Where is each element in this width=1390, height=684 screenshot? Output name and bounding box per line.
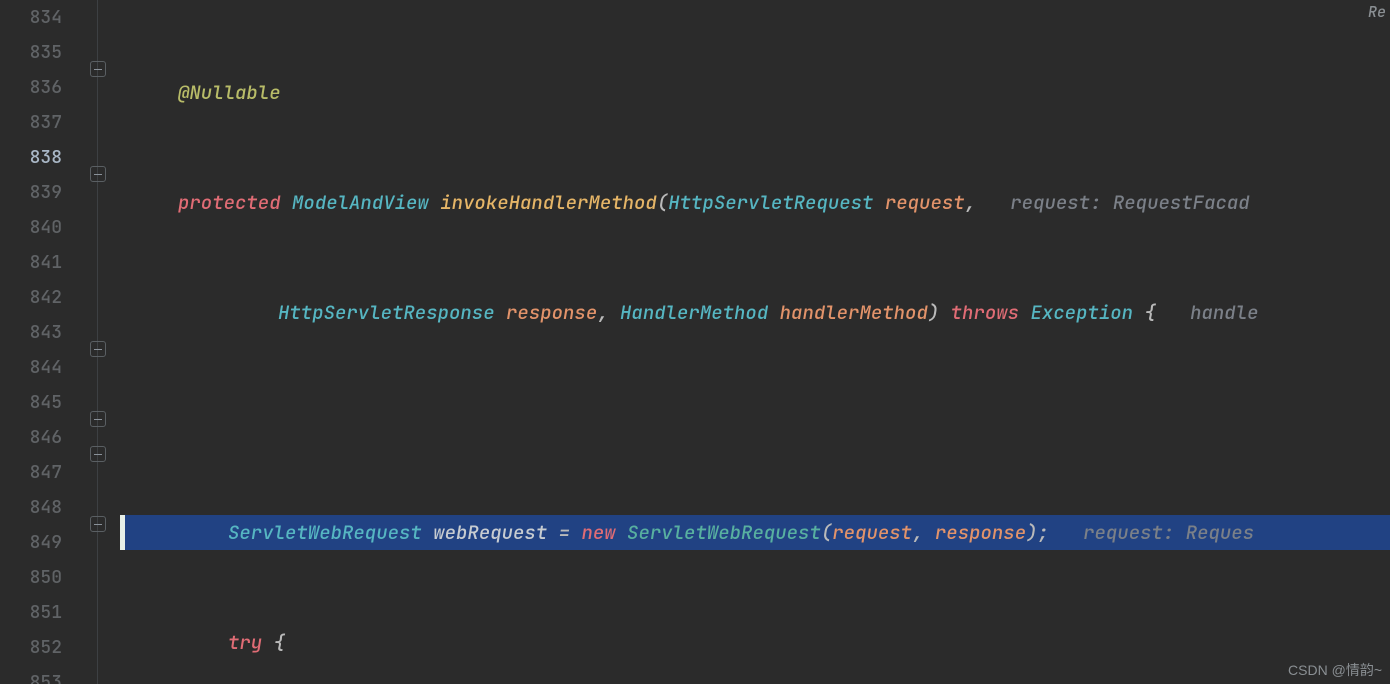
code-editor[interactable]: 8348358368378388398408418428438448458468… [0, 0, 1390, 684]
line-number[interactable]: 848 [0, 490, 62, 525]
inlay-hint: Re [1368, 2, 1386, 22]
line-number[interactable]: 836 [0, 70, 62, 105]
line-number[interactable]: 853 [0, 665, 62, 684]
code-area[interactable]: @Nullable protected ModelAndView invokeH… [120, 0, 1390, 684]
line-number[interactable]: 846 [0, 420, 62, 455]
fold-toggle-icon[interactable] [90, 341, 106, 357]
line-number[interactable]: 849 [0, 525, 62, 560]
fold-toggle-icon[interactable] [90, 61, 106, 77]
code-line[interactable]: try { [120, 625, 1390, 660]
line-number[interactable]: 841 [0, 245, 62, 280]
code-line-current[interactable]: ServletWebRequest webRequest = new Servl… [120, 515, 1390, 550]
line-number[interactable]: 845 [0, 385, 62, 420]
line-number[interactable]: 847 [0, 455, 62, 490]
fold-toggle-icon[interactable] [90, 166, 106, 182]
line-number[interactable]: 838 [0, 140, 62, 175]
code-line[interactable]: @Nullable [120, 75, 1390, 110]
line-number[interactable]: 835 [0, 35, 62, 70]
line-number[interactable]: 834 [0, 0, 62, 35]
watermark: CSDN @情韵~ [1288, 660, 1382, 680]
fold-toggle-icon[interactable] [90, 411, 106, 427]
line-number[interactable]: 851 [0, 595, 62, 630]
line-number[interactable]: 844 [0, 350, 62, 385]
line-number[interactable]: 839 [0, 175, 62, 210]
fold-toggle-icon[interactable] [90, 516, 106, 532]
line-number-gutter[interactable]: 8348358368378388398408418428438448458468… [0, 0, 80, 684]
code-line[interactable] [120, 405, 1390, 440]
line-number[interactable]: 843 [0, 315, 62, 350]
line-number[interactable]: 852 [0, 630, 62, 665]
fold-column[interactable] [80, 0, 120, 684]
line-number[interactable]: 837 [0, 105, 62, 140]
code-line[interactable]: HttpServletResponse response, HandlerMet… [120, 295, 1390, 330]
code-line[interactable]: protected ModelAndView invokeHandlerMeth… [120, 185, 1390, 220]
line-number[interactable]: 840 [0, 210, 62, 245]
fold-toggle-icon[interactable] [90, 446, 106, 462]
line-number[interactable]: 850 [0, 560, 62, 595]
line-number[interactable]: 842 [0, 280, 62, 315]
